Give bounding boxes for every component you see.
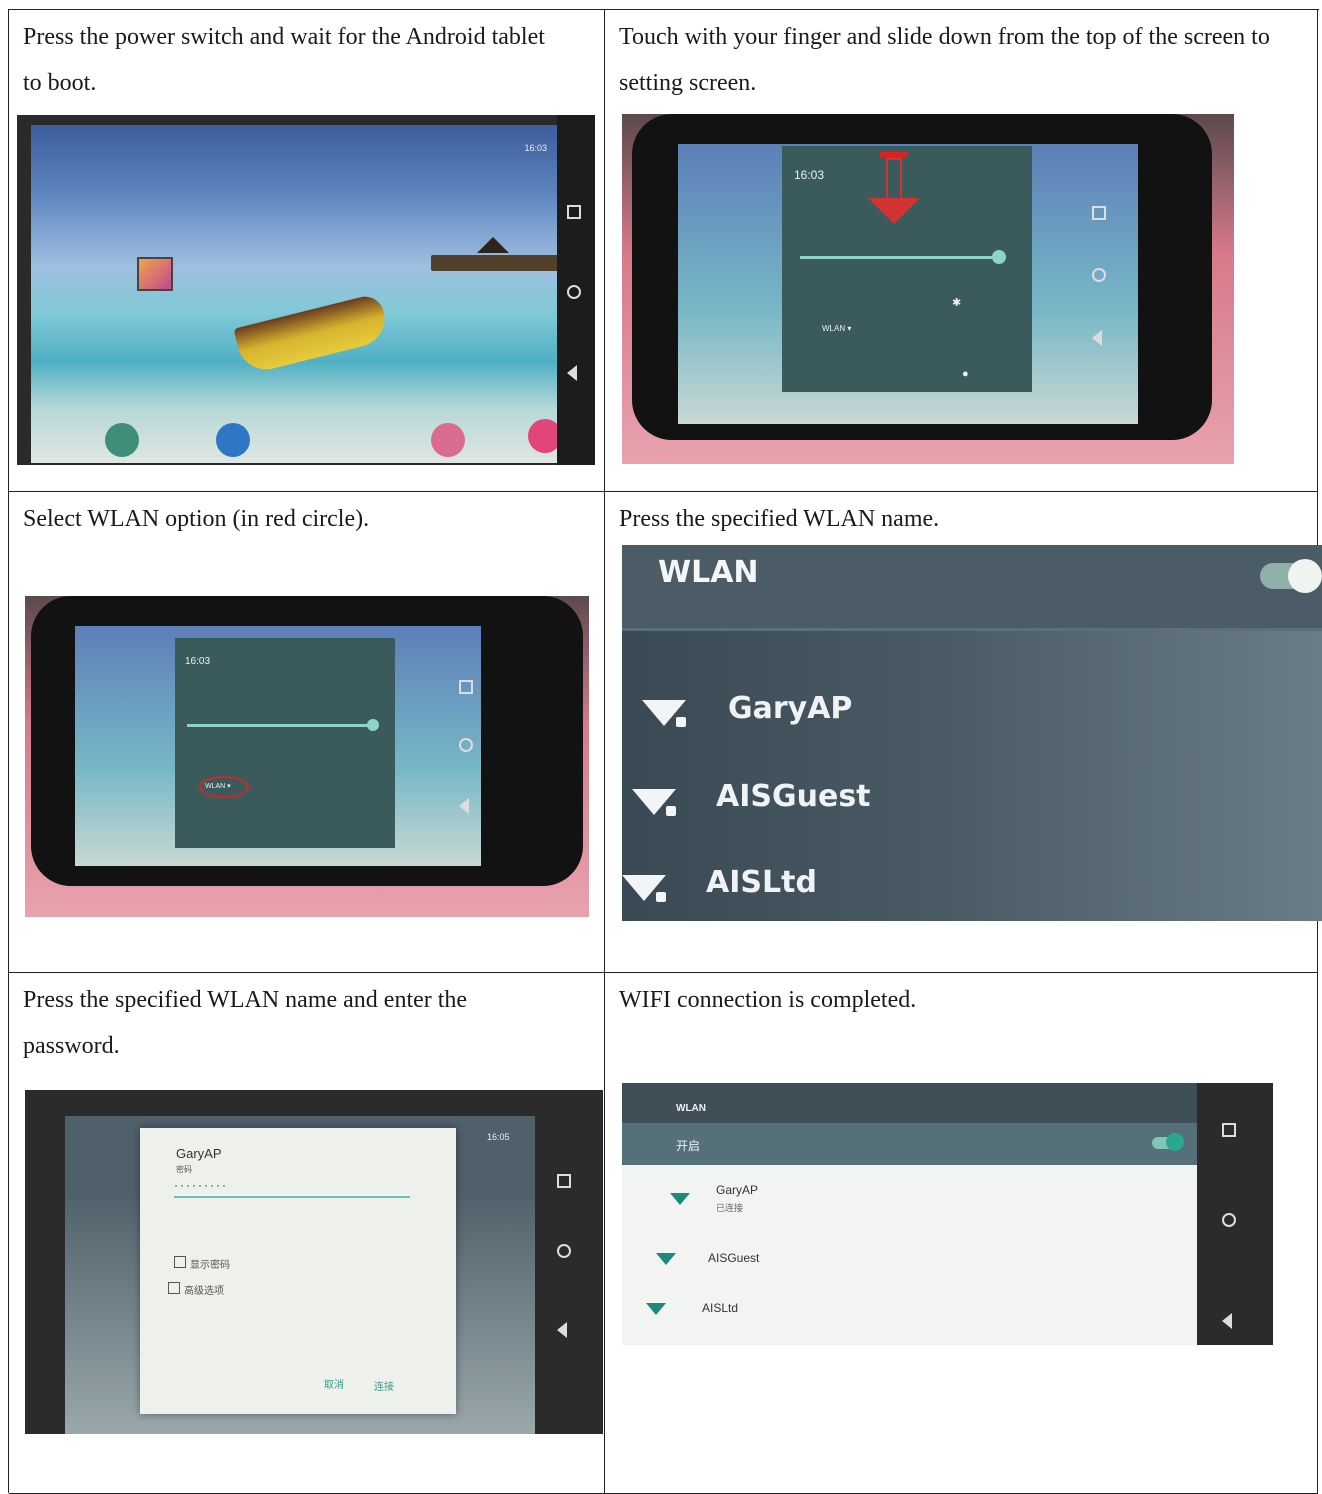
boat-wallpaper: [233, 292, 391, 376]
network-item-garyap[interactable]: GaryAP: [728, 691, 852, 726]
cancel-button[interactable]: 取消: [324, 1376, 344, 1391]
dialog-title: GaryAP: [176, 1146, 222, 1161]
wlan-title-bar: WLAN: [622, 1083, 1197, 1123]
photo-password-dialog: 16:05 GaryAP 密码 ········· 显示密码 高级选项 取消 连…: [25, 1090, 603, 1434]
brightness-knob: [367, 719, 379, 731]
photo-pull-down: 16:03 WLAN ▾ ✱ ●: [622, 114, 1234, 464]
wlan-toggle-knob[interactable]: [1288, 559, 1322, 593]
bluetooth-icon: ✱: [952, 297, 962, 309]
wifi-icon: [646, 1303, 666, 1315]
recents-icon: [557, 1174, 571, 1188]
photo-select-wlan: 16:03 WLAN ▾: [25, 596, 589, 917]
step-3-caption: Select WLAN option (in red circle).: [23, 506, 370, 532]
back-icon: [1222, 1313, 1232, 1329]
step-5-caption: Press the specified WLAN name and enter …: [23, 987, 468, 1059]
wlan-toggle-knob[interactable]: [1166, 1133, 1184, 1151]
wlan-title: WLAN: [658, 555, 759, 590]
status-time: 16:05: [487, 1132, 510, 1142]
network-status-connected: 已连接: [716, 1203, 744, 1213]
quick-settings-panel: 16:03 WLAN ▾: [175, 638, 395, 848]
back-icon: [557, 1322, 567, 1338]
lock-icon: [656, 892, 666, 902]
password-label: 密码: [176, 1165, 192, 1174]
step-1-caption: Press the power switch and wait for the …: [23, 24, 545, 96]
network-item-garyap[interactable]: GaryAP: [716, 1183, 758, 1197]
brightness-slider: [800, 256, 1000, 259]
location-icon: ●: [962, 368, 969, 380]
back-icon: [1092, 330, 1102, 346]
wifi-icon: [656, 1253, 676, 1265]
wlan-header: WLAN: [622, 545, 1322, 631]
red-highlight-circle: [199, 776, 249, 798]
home-icon: [557, 1244, 571, 1258]
network-item-aisltd[interactable]: AISLtd: [702, 1301, 738, 1315]
connect-button[interactable]: 连接: [374, 1378, 394, 1393]
step-2-caption: Touch with your finger and slide down fr…: [619, 24, 1270, 96]
home-screen: 16:03: [31, 125, 571, 463]
wlan-tile-label: WLAN ▾: [822, 324, 852, 333]
settings-app-icon: [105, 423, 139, 457]
back-icon: [459, 798, 469, 814]
back-icon: [567, 365, 577, 381]
swipe-down-arrow: [868, 152, 920, 224]
shade-time: 16:03: [185, 656, 211, 667]
recents-icon: [459, 680, 473, 694]
recents-icon: [567, 205, 581, 219]
wifi-icon: [670, 1193, 690, 1205]
status-time: 16:03: [524, 143, 547, 153]
show-password-checkbox[interactable]: [174, 1256, 186, 1268]
photo-wlan-list: WLAN GaryAP AISGuest AISLtd: [622, 545, 1322, 921]
home-icon: [1222, 1213, 1236, 1227]
wlan-on-bar: 开启: [622, 1123, 1197, 1165]
browser-app-icon: [216, 423, 250, 457]
lock-icon: [676, 717, 686, 727]
home-icon: [567, 285, 581, 299]
photo-home-screen: 16:03: [17, 115, 595, 465]
home-icon: [459, 738, 473, 752]
step-6-caption: WIFI connection is completed.: [619, 987, 917, 1013]
hut-roof: [477, 237, 509, 253]
health-app-icon: [431, 423, 465, 457]
password-dialog: GaryAP 密码 ········· 显示密码 高级选项 取消 连接: [140, 1128, 456, 1414]
nav-bar: [557, 115, 595, 465]
shade-time: 16:03: [794, 168, 825, 182]
password-field[interactable]: ·········: [174, 1178, 228, 1192]
wlan-settings-screen: WLAN 开启 GaryAP 已连接 AISGuest AISLtd: [622, 1083, 1197, 1345]
network-item-aisguest[interactable]: AISGuest: [716, 779, 871, 814]
show-password-label: 显示密码: [190, 1260, 230, 1271]
advanced-label: 高级选项: [184, 1286, 224, 1297]
island-jetty: [431, 255, 571, 271]
brightness-knob: [992, 250, 1006, 264]
network-item-aisguest[interactable]: AISGuest: [708, 1251, 759, 1265]
wlan-title: WLAN: [676, 1103, 706, 1114]
photo-wifi-connected: WLAN 开启 GaryAP 已连接 AISGuest AISLtd: [622, 1083, 1273, 1345]
password-underline: [174, 1196, 410, 1198]
step-4-caption: Press the specified WLAN name.: [619, 506, 940, 532]
network-item-aisltd[interactable]: AISLtd: [706, 865, 817, 900]
wlan-on-label: 开启: [676, 1139, 701, 1153]
gallery-app-icon: [137, 257, 173, 291]
recents-icon: [1092, 206, 1106, 220]
home-icon: [1092, 268, 1106, 282]
advanced-checkbox[interactable]: [168, 1282, 180, 1294]
brightness-slider: [187, 724, 373, 727]
recents-icon: [1222, 1123, 1236, 1137]
lock-icon: [666, 806, 676, 816]
